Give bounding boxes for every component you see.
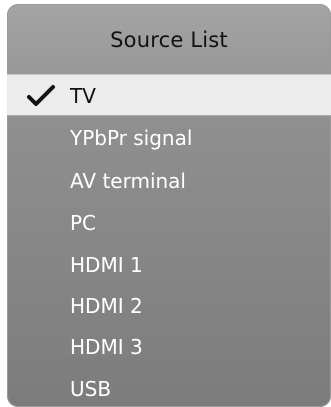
source-item-hdmi-2[interactable]: HDMI 2 bbox=[7, 285, 331, 327]
source-item-label: PC bbox=[70, 211, 97, 235]
source-item-usb[interactable]: USB bbox=[7, 368, 331, 407]
menu-title: Source List bbox=[110, 28, 228, 52]
source-item-tv[interactable]: TV bbox=[7, 74, 331, 116]
source-item-label: YPbPr signal bbox=[70, 126, 193, 150]
source-item-label: AV terminal bbox=[70, 169, 186, 193]
source-item-label: USB bbox=[70, 377, 112, 401]
source-item-label: HDMI 3 bbox=[70, 335, 143, 359]
source-item-label: TV bbox=[70, 84, 96, 108]
source-item-hdmi-3[interactable]: HDMI 3 bbox=[7, 326, 331, 368]
source-item-ypbpr[interactable]: YPbPr signal bbox=[7, 117, 331, 159]
source-item-label: HDMI 1 bbox=[70, 253, 143, 277]
checkmark-icon bbox=[27, 85, 55, 106]
source-item-av[interactable]: AV terminal bbox=[7, 160, 331, 202]
source-item-label: HDMI 2 bbox=[70, 294, 143, 318]
source-item-pc[interactable]: PC bbox=[7, 202, 331, 244]
source-list-menu: Source List TV YPbPr signal AV terminal … bbox=[7, 4, 331, 407]
source-item-hdmi-1[interactable]: HDMI 1 bbox=[7, 244, 331, 286]
